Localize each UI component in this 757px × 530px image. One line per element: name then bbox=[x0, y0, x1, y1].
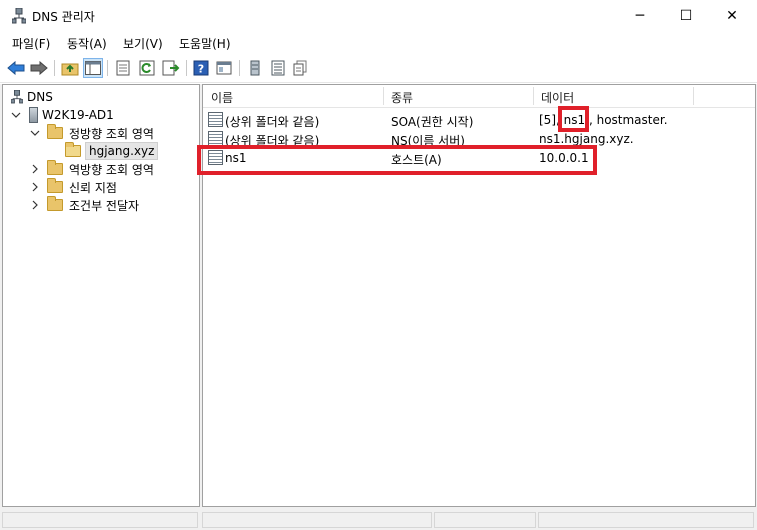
folder-icon bbox=[47, 196, 63, 211]
show-tree-icon[interactable] bbox=[83, 58, 103, 78]
tree-node-server[interactable]: W2K19-AD1 bbox=[29, 106, 114, 124]
refresh-icon[interactable] bbox=[137, 58, 157, 78]
content-area: DNS W2K19-AD1 정방향 조회 영역 hgjang.xyz 역방향 조… bbox=[0, 84, 757, 510]
help-icon[interactable]: ? bbox=[191, 58, 211, 78]
record-data-highlight: ns1. bbox=[563, 113, 589, 127]
column-divider[interactable] bbox=[693, 87, 694, 105]
column-divider[interactable] bbox=[383, 87, 384, 105]
menu-bar: 파일(F) 동작(A) 보기(V) 도움말(H) bbox=[0, 32, 757, 54]
menu-help[interactable]: 도움말(H) bbox=[179, 35, 231, 52]
menu-file[interactable]: 파일(F) bbox=[12, 35, 50, 52]
folder-icon bbox=[47, 160, 63, 175]
column-divider[interactable] bbox=[533, 87, 534, 105]
status-segment bbox=[202, 512, 432, 528]
tree-label-zone: hgjang.xyz bbox=[85, 142, 159, 160]
table-row[interactable]: ns1 호스트(A) 10.0.0.1 bbox=[203, 148, 755, 168]
record-name: ns1 bbox=[225, 151, 247, 165]
toolbar-separator bbox=[107, 60, 108, 76]
tree-label-reverse-zones: 역방향 조회 영역 bbox=[69, 162, 154, 177]
copy-icon[interactable] bbox=[290, 58, 310, 78]
tree-pane[interactable]: DNS W2K19-AD1 정방향 조회 영역 hgjang.xyz 역방향 조… bbox=[2, 84, 200, 507]
status-bar bbox=[0, 510, 757, 530]
toolbar: ? bbox=[0, 54, 757, 83]
zone-file-icon bbox=[65, 142, 81, 157]
record-data: ns1.hgjang.xyz. bbox=[539, 132, 634, 146]
server-node-icon bbox=[29, 107, 38, 123]
title-bar: DNS 관리자 ─ ☐ ✕ bbox=[0, 0, 757, 32]
console-icon[interactable] bbox=[214, 58, 234, 78]
records-list-pane[interactable]: 이름 종류 데이터 (상위 폴더와 같음) SOA(권한 시작) [5], ns… bbox=[197, 84, 756, 507]
forward-arrow-icon[interactable] bbox=[29, 58, 49, 78]
window-title: DNS 관리자 bbox=[32, 10, 95, 24]
status-segment bbox=[434, 512, 536, 528]
dns-root-icon bbox=[11, 90, 23, 104]
tree-node-zone-hgjang[interactable]: hgjang.xyz bbox=[65, 142, 159, 160]
menu-action[interactable]: 동작(A) bbox=[67, 35, 107, 52]
folder-icon bbox=[47, 124, 63, 139]
menu-view[interactable]: 보기(V) bbox=[123, 35, 163, 52]
tree-label-trust-points: 신뢰 지점 bbox=[69, 180, 117, 195]
record-name: (상위 폴더와 같음) bbox=[225, 134, 320, 148]
dns-app-icon bbox=[12, 8, 26, 24]
column-header-name[interactable]: 이름 bbox=[211, 89, 233, 106]
server-icon[interactable] bbox=[245, 58, 265, 78]
record-type: NS(이름 서버) bbox=[391, 134, 465, 148]
tree-node-forward-zones[interactable]: 정방향 조회 영역 bbox=[47, 124, 154, 142]
record-name: (상위 폴더와 같음) bbox=[225, 115, 320, 129]
tree-label-dns: DNS bbox=[27, 90, 53, 104]
record-data-prefix: [5], bbox=[539, 113, 564, 127]
maximize-button[interactable]: ☐ bbox=[663, 0, 709, 32]
chevron-down-icon[interactable] bbox=[11, 110, 21, 120]
list-header: 이름 종류 데이터 bbox=[203, 85, 755, 108]
list-icon[interactable] bbox=[268, 58, 288, 78]
status-segment bbox=[538, 512, 754, 528]
chevron-right-icon[interactable] bbox=[30, 182, 40, 192]
up-folder-icon[interactable] bbox=[60, 58, 80, 78]
toolbar-separator bbox=[239, 60, 240, 76]
table-row[interactable]: (상위 폴더와 같음) SOA(권한 시작) [5], ns1., hostma… bbox=[203, 110, 755, 130]
column-header-data[interactable]: 데이터 bbox=[541, 89, 574, 106]
toolbar-separator bbox=[186, 60, 187, 76]
dns-record-icon bbox=[208, 131, 223, 146]
close-button[interactable]: ✕ bbox=[709, 0, 755, 32]
record-data-suffix: , hostmaster. bbox=[588, 113, 668, 127]
tree-node-conditional-forwarders[interactable]: 조건부 전달자 bbox=[47, 196, 139, 214]
chevron-right-icon[interactable] bbox=[30, 200, 40, 210]
back-arrow-icon[interactable] bbox=[6, 58, 26, 78]
toolbar-separator bbox=[54, 60, 55, 76]
minimize-button[interactable]: ─ bbox=[617, 0, 663, 32]
record-data: [5], ns1., hostmaster. bbox=[539, 113, 668, 127]
tree-node-dns[interactable]: DNS bbox=[11, 88, 53, 106]
dns-record-icon bbox=[208, 150, 223, 165]
tree-label-forward-zones: 정방향 조회 영역 bbox=[69, 126, 154, 141]
record-type: SOA(권한 시작) bbox=[391, 115, 474, 129]
svg-text:?: ? bbox=[198, 63, 204, 76]
tree-label-conditional-forwarders: 조건부 전달자 bbox=[69, 198, 140, 213]
record-data: 10.0.0.1 bbox=[539, 151, 589, 165]
tree-label-server: W2K19-AD1 bbox=[42, 108, 114, 122]
column-header-type[interactable]: 종류 bbox=[391, 89, 413, 106]
folder-icon bbox=[47, 178, 63, 193]
table-row[interactable]: (상위 폴더와 같음) NS(이름 서버) ns1.hgjang.xyz. bbox=[203, 129, 755, 149]
tree-node-reverse-zones[interactable]: 역방향 조회 영역 bbox=[47, 160, 154, 178]
tree-node-trust-points[interactable]: 신뢰 지점 bbox=[47, 178, 117, 196]
chevron-right-icon[interactable] bbox=[30, 164, 40, 174]
properties-icon[interactable] bbox=[113, 58, 133, 78]
record-type: 호스트(A) bbox=[391, 153, 442, 167]
chevron-down-icon[interactable] bbox=[30, 128, 40, 138]
status-segment bbox=[2, 512, 198, 528]
dns-record-icon bbox=[208, 112, 223, 127]
export-icon[interactable] bbox=[161, 58, 181, 78]
